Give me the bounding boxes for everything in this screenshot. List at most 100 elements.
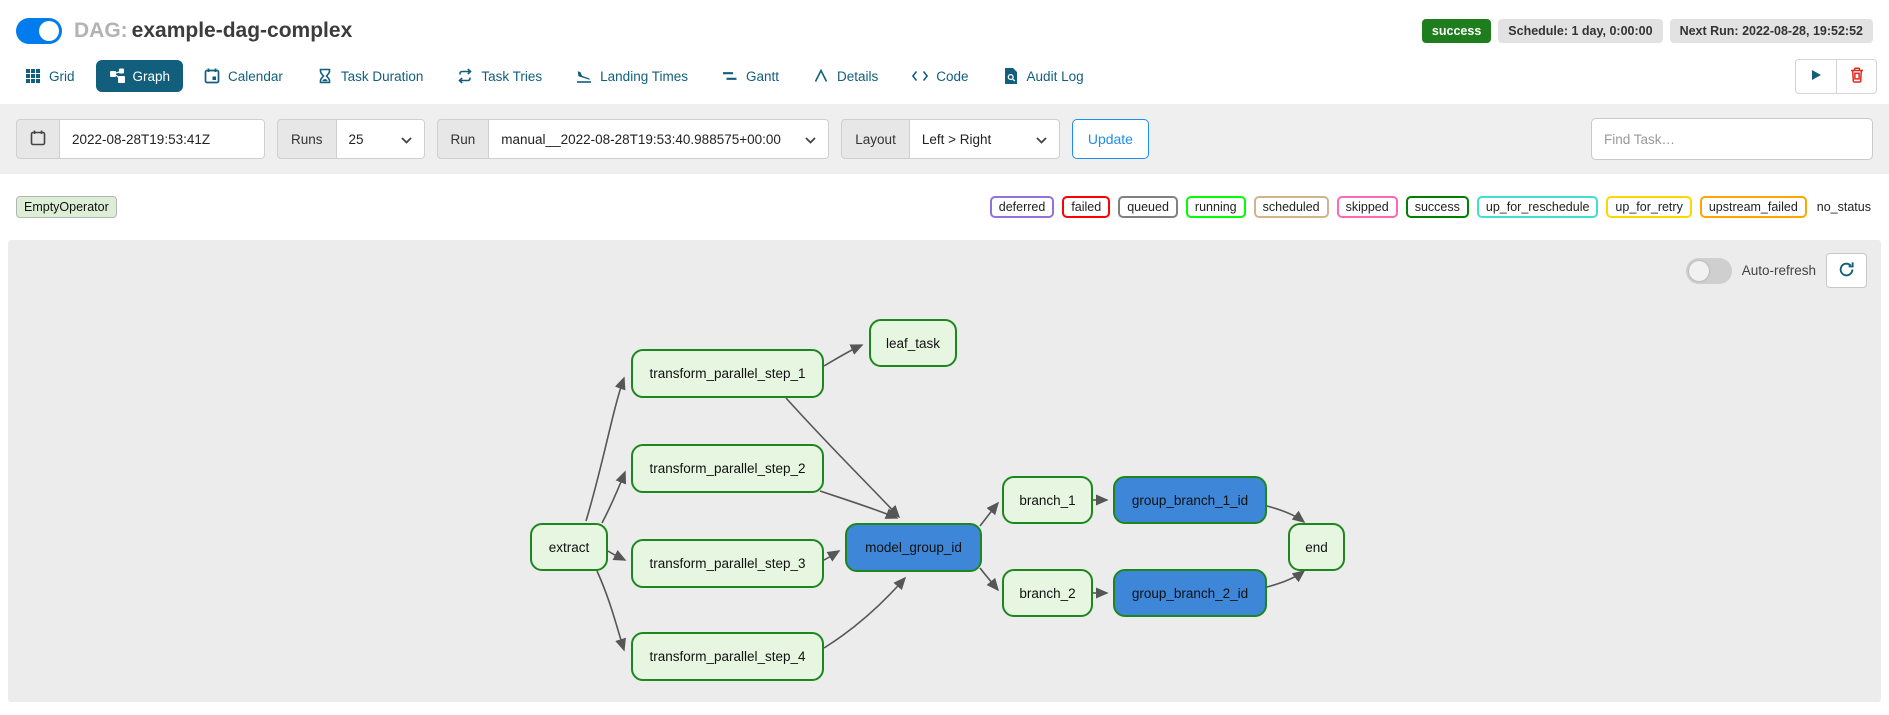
runs-select-value: 25 bbox=[348, 131, 364, 147]
tab-details[interactable]: Details bbox=[800, 60, 891, 92]
runs-label: Runs bbox=[277, 119, 337, 159]
tab-code[interactable]: Code bbox=[899, 60, 981, 92]
tab-bar-row: Grid Graph Calendar Task Duration Task Tries… bbox=[0, 56, 1889, 104]
trigger-dag-button[interactable] bbox=[1795, 58, 1836, 94]
graph-edge-group_branch_1_id-to-end bbox=[1266, 505, 1306, 523]
next-run-badge: Next Run: 2022-08-28, 19:52:52 bbox=[1669, 19, 1873, 43]
refresh-button[interactable] bbox=[1826, 253, 1867, 288]
status-legend-deferred: deferred bbox=[989, 196, 1055, 218]
grid-icon bbox=[25, 68, 41, 84]
graph-node-transform_parallel_step_1[interactable]: transform_parallel_step_1 bbox=[631, 349, 824, 398]
status-legend-skipped: skipped bbox=[1336, 196, 1398, 218]
graph-node-transform_parallel_step_4[interactable]: transform_parallel_step_4 bbox=[631, 632, 824, 681]
graph-node-end[interactable]: end bbox=[1288, 523, 1345, 571]
code-icon bbox=[912, 68, 929, 84]
layout-label: Layout bbox=[841, 119, 910, 159]
status-legend-failed: failed bbox=[1062, 196, 1111, 218]
status-legend-running: running bbox=[1185, 196, 1246, 218]
play-icon bbox=[1809, 68, 1823, 85]
refresh-icon bbox=[1838, 261, 1855, 281]
chevron-down-icon bbox=[1036, 132, 1047, 147]
hourglass-icon bbox=[317, 68, 333, 84]
tab-label: Grid bbox=[49, 68, 75, 84]
tab-grid[interactable]: Grid bbox=[12, 60, 88, 92]
tab-calendar[interactable]: Calendar bbox=[191, 60, 296, 92]
graph-node-group_branch_1_id[interactable]: group_branch_1_id bbox=[1113, 476, 1267, 524]
graph-node-model_group_id[interactable]: model_group_id bbox=[845, 523, 982, 572]
status-legend-scheduled: scheduled bbox=[1253, 196, 1329, 218]
graph-edges bbox=[585, 344, 1306, 652]
find-task-input[interactable] bbox=[1591, 118, 1873, 160]
tab-label: Code bbox=[936, 68, 969, 84]
auto-refresh-label: Auto-refresh bbox=[1741, 263, 1816, 278]
status-legend-up_for_retry: up_for_retry bbox=[1606, 196, 1692, 218]
dag-title: example-dag-complex bbox=[131, 19, 353, 42]
graph-edge-model_group_id-to-branch_1 bbox=[979, 501, 1000, 527]
tab-label: Task Tries bbox=[481, 68, 543, 84]
graph-node-branch_1[interactable]: branch_1 bbox=[1002, 476, 1093, 524]
graph-edge-extract-to-transform_parallel_step_2 bbox=[601, 470, 627, 524]
run-select[interactable]: manual__2022-08-28T19:53:40.988575+00:00 bbox=[489, 119, 830, 159]
graph-node-leaf_task[interactable]: leaf_task bbox=[869, 319, 957, 367]
graph-node-transform_parallel_step_3[interactable]: transform_parallel_step_3 bbox=[631, 539, 824, 588]
graph-edge-transform_parallel_step_2-to-model_group_id bbox=[819, 490, 899, 519]
tab-graph[interactable]: Graph bbox=[95, 60, 184, 92]
graph-node-transform_parallel_step_2[interactable]: transform_parallel_step_2 bbox=[631, 444, 824, 493]
graph-edge-extract-to-transform_parallel_step_3 bbox=[607, 549, 627, 561]
status-legend: deferred failed queued running scheduled skip… bbox=[989, 196, 1873, 218]
tab-label: Calendar bbox=[228, 68, 283, 84]
graph-canvas[interactable]: Auto-refresh extract transform_parallel_s… bbox=[8, 240, 1881, 702]
graph-node-branch_2[interactable]: branch_2 bbox=[1002, 569, 1093, 617]
toggle-knob bbox=[39, 21, 59, 41]
graph-node-extract[interactable]: extract bbox=[530, 523, 608, 571]
base-date-input[interactable] bbox=[60, 119, 265, 159]
run-group: Run manual__2022-08-28T19:53:40.988575+0… bbox=[436, 119, 830, 159]
base-date-group bbox=[16, 119, 265, 159]
graph-edge-extract-to-transform_parallel_step_1 bbox=[585, 376, 626, 522]
plane-landing-icon bbox=[576, 68, 592, 84]
num-runs-group: Runs 25 bbox=[277, 119, 425, 159]
tab-task-duration[interactable]: Task Duration bbox=[304, 60, 437, 92]
tab-audit-log[interactable]: Audit Log bbox=[990, 60, 1097, 92]
schedule-badge: Schedule: 1 day, 0:00:00 bbox=[1498, 19, 1663, 43]
graph-edge-model_group_id-to-branch_2 bbox=[979, 567, 1000, 592]
calendar-icon bbox=[204, 68, 220, 84]
graph-edge-transform_parallel_step_4-to-model_group_id bbox=[823, 576, 907, 649]
dag-pause-toggle[interactable] bbox=[16, 18, 62, 44]
operator-legend-badge: EmptyOperator bbox=[16, 196, 117, 218]
graph-edge-transform_parallel_step_3-to-model_group_id bbox=[823, 550, 841, 562]
graph-icon bbox=[109, 68, 125, 84]
trash-icon bbox=[1850, 66, 1864, 86]
runs-select[interactable]: 25 bbox=[336, 119, 425, 159]
calendar-button[interactable] bbox=[16, 119, 60, 159]
graph-edge-group_branch_2_id-to-end bbox=[1266, 570, 1306, 588]
update-button[interactable]: Update bbox=[1071, 119, 1149, 159]
layout-select[interactable]: Left > Right bbox=[909, 119, 1060, 159]
tab-label: Gantt bbox=[745, 68, 779, 84]
tab-label: Details bbox=[837, 68, 879, 84]
page-title: DAG: example-dag-complex bbox=[74, 19, 352, 43]
last-run-status-badge: success bbox=[1421, 19, 1492, 43]
caret-up-icon bbox=[813, 68, 829, 84]
tab-label: Task Duration bbox=[340, 68, 424, 84]
canvas-controls: Auto-refresh bbox=[1685, 253, 1867, 288]
tab-bar: Grid Graph Calendar Task Duration Task Tries… bbox=[12, 60, 1097, 92]
airflow-dag-graph-page: DAG: example-dag-complex success Schedule… bbox=[0, 0, 1889, 715]
graph-node-group_branch_2_id[interactable]: group_branch_2_id bbox=[1113, 569, 1267, 617]
status-legend-up_for_reschedule: up_for_reschedule bbox=[1476, 196, 1599, 218]
repeat-icon bbox=[457, 68, 473, 84]
legend-bar: EmptyOperator deferred failed queued runnin… bbox=[0, 174, 1889, 240]
status-legend-queued: queued bbox=[1118, 196, 1178, 218]
tab-gantt[interactable]: Gantt bbox=[709, 60, 792, 92]
run-select-value: manual__2022-08-28T19:53:40.988575+00:00 bbox=[501, 131, 781, 147]
gantt-bars-icon bbox=[722, 68, 738, 84]
dag-action-buttons bbox=[1795, 58, 1877, 94]
status-legend-no_status: no_status bbox=[1814, 198, 1873, 216]
status-legend-success: success bbox=[1405, 196, 1469, 218]
chevron-down-icon bbox=[805, 132, 816, 147]
delete-dag-button[interactable] bbox=[1836, 58, 1877, 94]
tab-landing-times[interactable]: Landing Times bbox=[563, 60, 701, 92]
tab-task-tries[interactable]: Task Tries bbox=[444, 60, 555, 92]
chevron-down-icon bbox=[400, 132, 412, 147]
auto-refresh-toggle[interactable] bbox=[1685, 257, 1732, 284]
